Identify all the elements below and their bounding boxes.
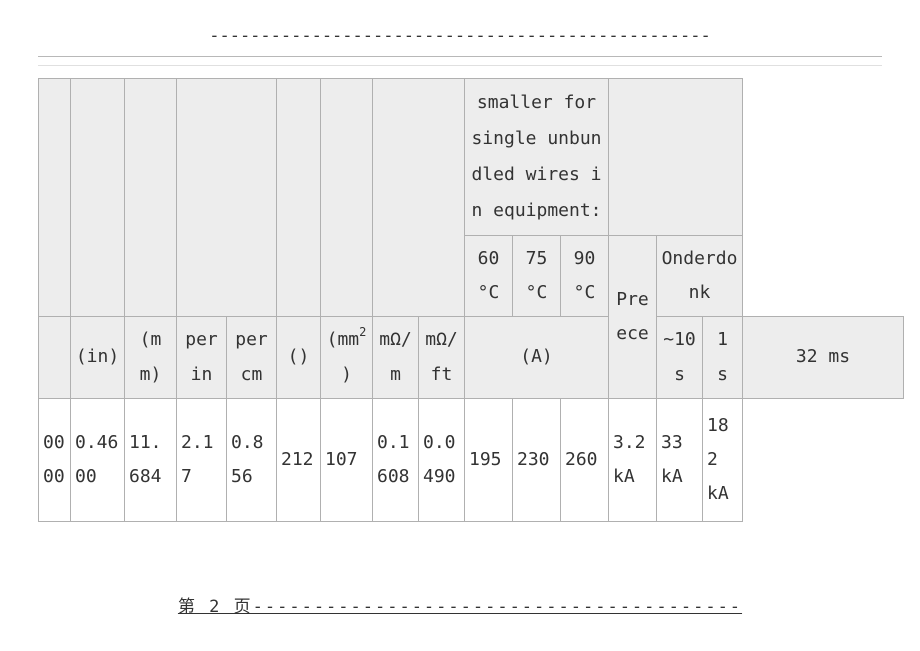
header-row-1: smaller for single unbundled wires in eq… — [39, 79, 904, 236]
cell-mohm-m: 0.1608 — [373, 398, 419, 522]
data-table-wrap: smaller for single unbundled wires in eq… — [38, 78, 904, 522]
header-10s: ~10 s — [657, 317, 703, 398]
header-row-3: (in)(mm)per inper cm()(mm2 )mΩ/mmΩ/ft(A)… — [39, 317, 904, 398]
cell-mohm-ft: 0.0490 — [419, 398, 465, 522]
header-75c: 75 °C — [513, 236, 561, 317]
footer-text: 第 2 页-----------------------------------… — [178, 592, 742, 619]
header-1s: 1 s — [703, 317, 743, 398]
table-row: 0000 0.4600 11.684 2.17 0.856 212 107 0.… — [39, 398, 904, 522]
wire-gauge-table: smaller for single unbundled wires in eq… — [38, 78, 904, 522]
header-in: (in) — [71, 317, 125, 398]
top-separator — [38, 56, 882, 66]
cell-percm: 0.856 — [227, 398, 277, 522]
cell-kcmil: 212 — [277, 398, 321, 522]
header-mm: (mm) — [125, 317, 177, 398]
cell-a60: 195 — [465, 398, 513, 522]
header-A: (A) — [465, 317, 609, 398]
cell-preece: 3.2 kA — [609, 398, 657, 522]
cell-in: 0.4600 — [71, 398, 125, 522]
cell-32ms: 182 kA — [703, 398, 743, 522]
header-smaller-text: smaller for single unbundled wires in eq… — [465, 79, 609, 236]
header-60c: 60 °C — [465, 236, 513, 317]
header-per-cm: per cm — [227, 317, 277, 398]
header-paren: () — [277, 317, 321, 398]
cell-awg: 0000 — [39, 398, 71, 522]
header-32ms: 32 ms — [743, 317, 904, 398]
cell-a75: 230 — [513, 398, 561, 522]
cell-perin: 2.17 — [177, 398, 227, 522]
header-90c: 90 °C — [561, 236, 609, 317]
header-onderdonk: Onderdonk — [657, 236, 743, 317]
header-mohm-ft: mΩ/ft — [419, 317, 465, 398]
cell-1s: 33 kA — [657, 398, 703, 522]
top-dashes: ----------------------------------------… — [0, 26, 920, 46]
header-mm2: (mm2 ) — [321, 317, 373, 398]
cell-mm2: 107 — [321, 398, 373, 522]
page-footer: 第 2 页-----------------------------------… — [0, 592, 920, 619]
cell-a90: 260 — [561, 398, 609, 522]
header-mohm-m: mΩ/m — [373, 317, 419, 398]
header-per-in: per in — [177, 317, 227, 398]
cell-mm: 11.684 — [125, 398, 177, 522]
header-preece: Preece — [609, 236, 657, 399]
